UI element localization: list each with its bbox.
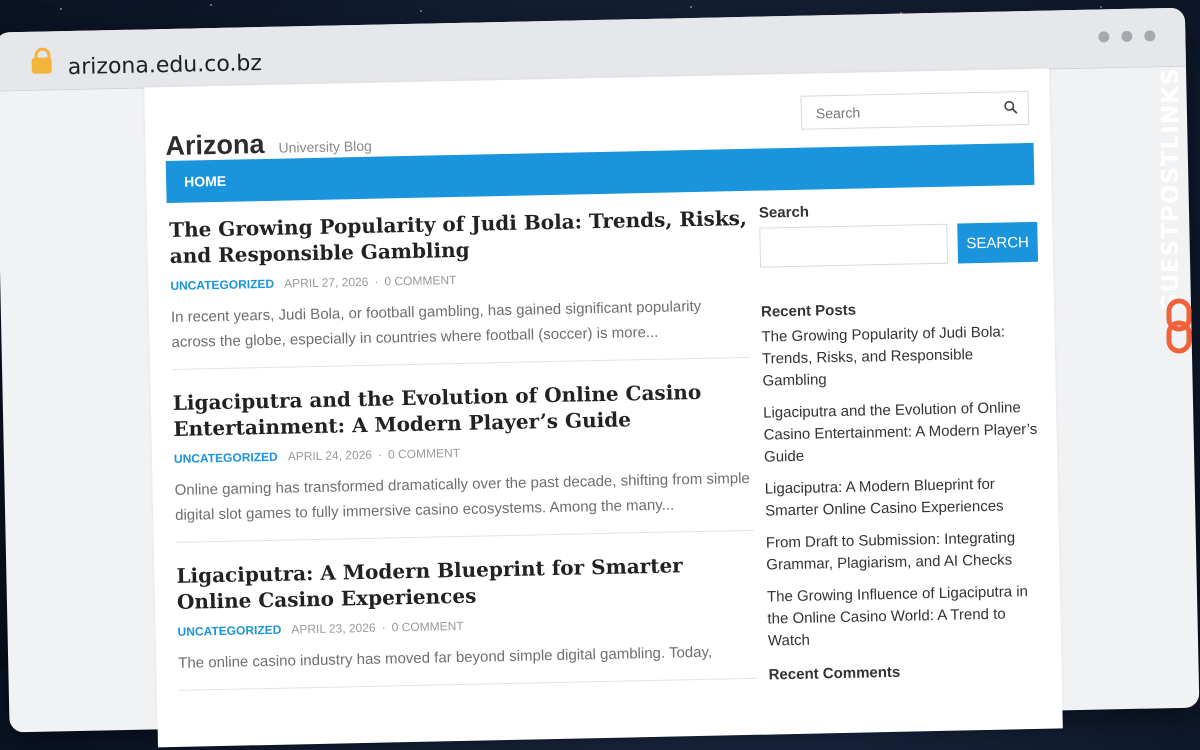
lock-icon: [31, 57, 52, 74]
post-excerpt: The online casino industry has moved far…: [178, 643, 713, 672]
meta-separator: ·: [381, 620, 386, 635]
post-category[interactable]: UNCATEGORIZED: [177, 623, 281, 639]
search-icon[interactable]: [1004, 100, 1018, 114]
post-comments[interactable]: 0 COMMENT: [388, 446, 460, 462]
recent-posts-title: Recent Posts: [760, 301, 857, 321]
sidebar: Search SEARCH Recent Posts The Growing P…: [759, 199, 1047, 690]
post-date: APRIL 27, 2026: [283, 274, 369, 291]
post-comments[interactable]: 0 COMMENT: [391, 619, 463, 635]
recent-post-link[interactable]: The Growing Popularity of Judi Bola: Tre…: [761, 321, 1040, 393]
post-category[interactable]: UNCATEGORIZED: [170, 277, 274, 293]
nav-home-link[interactable]: HOME: [184, 173, 226, 190]
header-search-input[interactable]: [813, 100, 999, 123]
post-list: The Growing Popularity of Judi Bola: Tre…: [168, 204, 757, 711]
recent-comments-title: Recent Comments: [768, 663, 901, 684]
site-tagline: University Blog: [278, 137, 373, 156]
post-meta: UNCATEGORIZED APRIL 23, 2026 · 0 COMMENT: [177, 613, 755, 639]
post-excerpt: Online gaming has transformed dramatical…: [174, 469, 750, 524]
post-date: APRIL 24, 2026: [287, 447, 373, 464]
post-meta: UNCATEGORIZED APRIL 27, 2026 · 0 COMMENT: [170, 267, 748, 293]
sidebar-search-input[interactable]: [759, 223, 949, 268]
post-date: APRIL 23, 2026: [291, 620, 376, 637]
post-comments[interactable]: 0 COMMENT: [384, 273, 456, 289]
meta-separator: ·: [377, 447, 383, 462]
recent-post-link[interactable]: From Draft to Submission: Integrating Gr…: [766, 527, 1045, 577]
post-excerpt: In recent years, Judi Bola, or football …: [170, 297, 702, 351]
window-dot[interactable]: [1144, 30, 1156, 42]
header-search-box: [800, 90, 1030, 130]
browser-frame: arizona.edu.co.bz Arizona University Blo…: [0, 7, 1200, 748]
recent-post-link[interactable]: The Growing Influence of Ligaciputra in …: [767, 581, 1046, 653]
site-title[interactable]: Arizona: [165, 129, 265, 162]
search-button[interactable]: SEARCH: [957, 221, 1039, 264]
sidebar-search: SEARCH: [759, 221, 1039, 272]
post-category[interactable]: UNCATEGORIZED: [174, 450, 278, 466]
post-title[interactable]: Ligaciputra: A Modern Blueprint for Smar…: [176, 551, 755, 615]
link-icon: [1166, 298, 1192, 354]
post-meta: UNCATEGORIZED APRIL 24, 2026 · 0 COMMENT: [174, 440, 752, 466]
url-text[interactable]: arizona.edu.co.bz: [67, 51, 262, 80]
sidebar-search-label: Search: [758, 203, 810, 222]
window-controls: [1098, 30, 1156, 43]
meta-separator: ·: [374, 274, 379, 289]
window-dot[interactable]: [1098, 31, 1110, 43]
post-title[interactable]: The Growing Popularity of Judi Bola: Tre…: [169, 205, 748, 269]
post-item: The Growing Popularity of Judi Bola: Tre…: [168, 204, 750, 370]
watermark-text: GUESTPOSTLINKS: [1158, 67, 1184, 313]
recent-posts-list: The Growing Popularity of Judi Bola: Tre…: [761, 321, 1046, 653]
post-title[interactable]: Ligaciputra and the Evolution of Online …: [173, 378, 752, 442]
web-page: Arizona University Blog HOME The Growing…: [144, 68, 1063, 748]
recent-post-link[interactable]: Ligaciputra and the Evolution of Online …: [763, 397, 1042, 469]
window-dot[interactable]: [1121, 30, 1133, 43]
post-item: Ligaciputra and the Evolution of Online …: [172, 377, 754, 543]
browser-window: arizona.edu.co.bz Arizona University Blo…: [0, 0, 1200, 748]
recent-post-link[interactable]: Ligaciputra: A Modern Blueprint for Smar…: [765, 473, 1044, 523]
